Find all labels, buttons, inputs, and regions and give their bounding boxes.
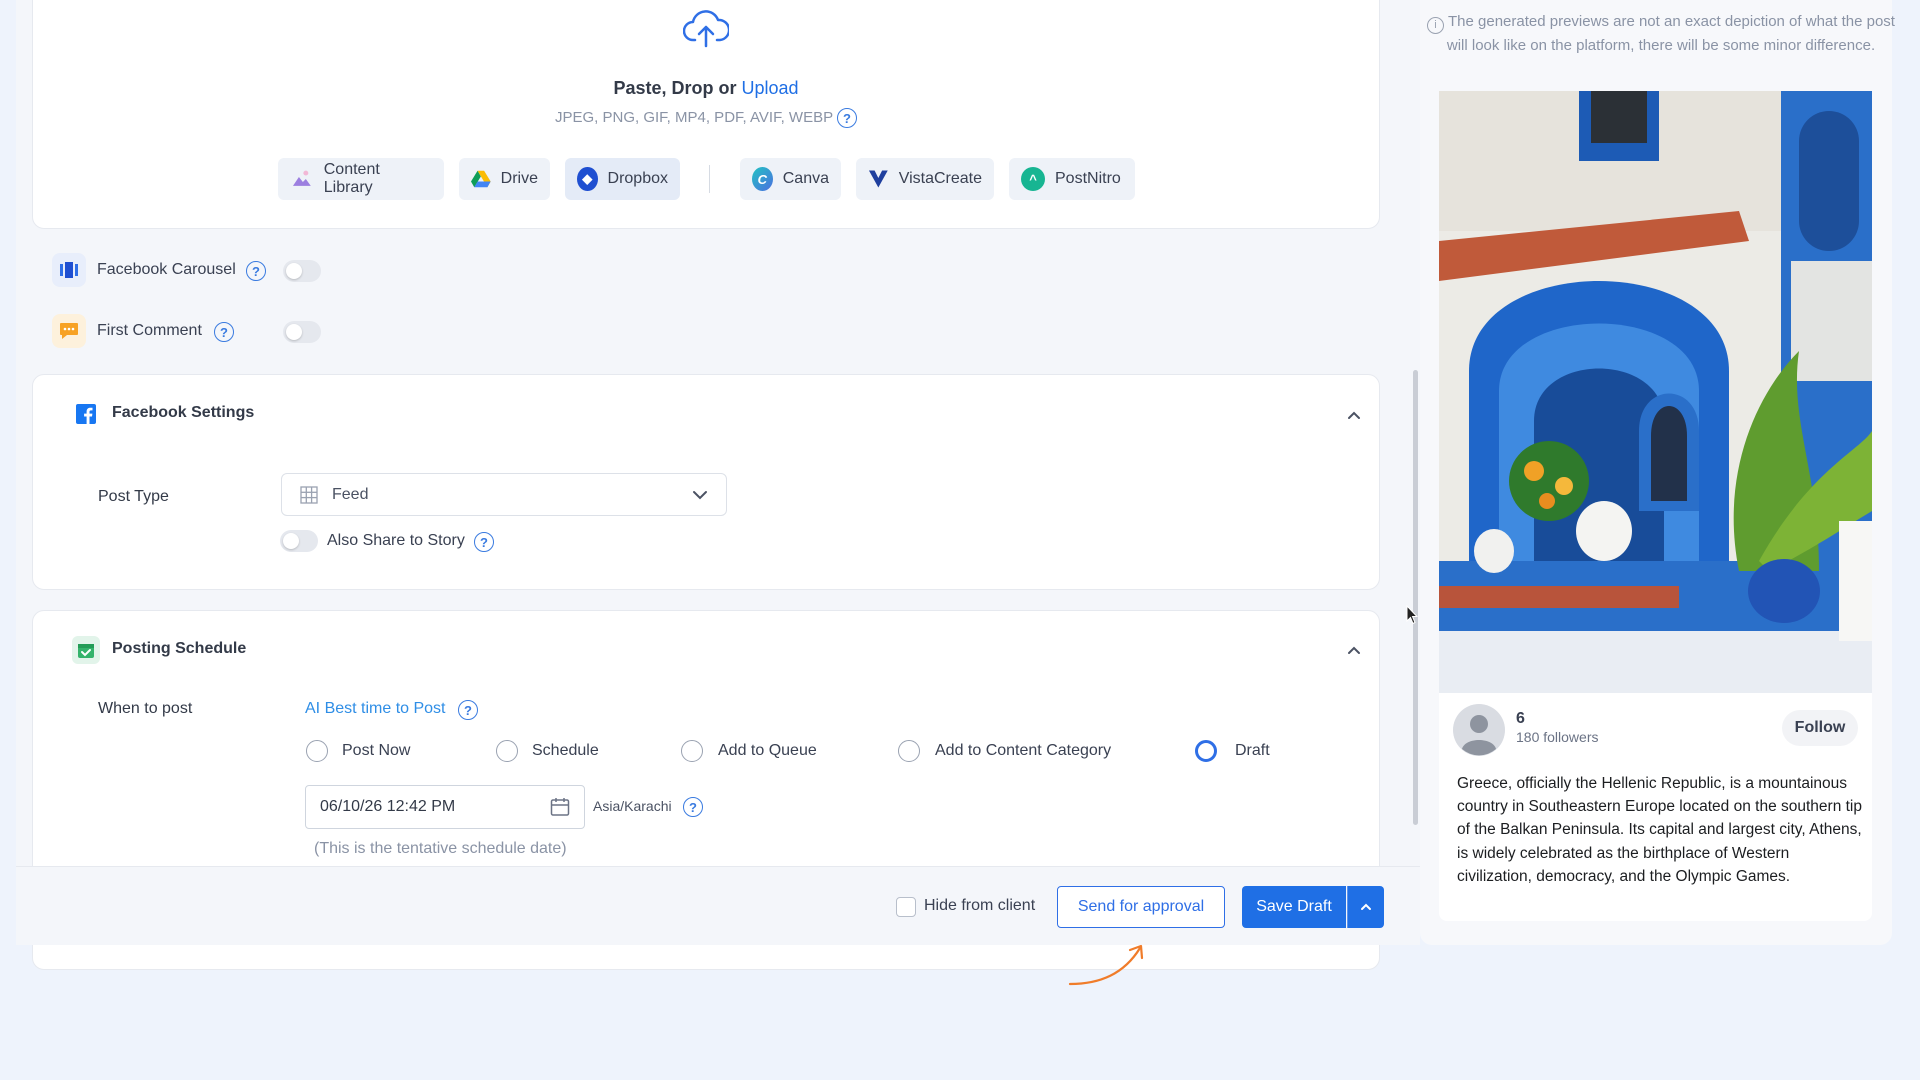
first-comment-label: First Comment — [97, 322, 202, 339]
dropbox-icon: ◆ — [577, 167, 598, 191]
annotation-arrow — [1068, 944, 1144, 986]
dropbox-label: Dropbox — [607, 170, 668, 187]
facebook-icon — [76, 404, 96, 424]
post-type-value: Feed — [332, 485, 369, 503]
content-library-icon — [292, 170, 311, 186]
post-type-label: Post Type — [98, 488, 169, 505]
chevron-down-icon — [693, 490, 707, 499]
when-to-post-label: When to post — [98, 700, 193, 717]
collapse-posting-schedule-icon[interactable] — [1347, 643, 1361, 657]
drive-label: Drive — [500, 170, 538, 187]
canva-label: Canva — [782, 170, 829, 187]
account-avatar — [1453, 704, 1505, 756]
timezone-label: Asia/Karachi — [593, 798, 672, 814]
comment-icon — [60, 323, 78, 339]
vistacreate-icon — [868, 170, 888, 188]
follow-button[interactable]: Follow — [1782, 710, 1858, 746]
hide-from-client-label: Hide from client — [924, 897, 1036, 914]
preview-disclaimer: i The generated previews are not an exact… — [1426, 10, 1896, 57]
dropbox-button[interactable]: ◆ Dropbox — [565, 158, 680, 200]
calendar-icon[interactable] — [550, 797, 570, 817]
mouse-cursor-icon — [1406, 605, 1418, 625]
save-options-toggle[interactable] — [1347, 886, 1384, 928]
chevron-up-icon — [1361, 903, 1371, 910]
schedule-date-input[interactable]: 06/10/26 12:42 PM — [305, 785, 585, 829]
posting-schedule-title: Posting Schedule — [112, 640, 247, 657]
vistacreate-label: VistaCreate — [898, 170, 982, 187]
content-library-button[interactable]: Content Library — [278, 158, 444, 200]
formats-text: JPEG, PNG, GIF, MP4, PDF, AVIF, WEBP — [554, 108, 833, 126]
ai-best-time-link[interactable]: AI Best time to Post — [305, 700, 446, 718]
post-caption: Greece, officially the Hellenic Republic… — [1457, 775, 1862, 885]
formats-help-icon[interactable]: ? — [837, 108, 858, 128]
facebook-carousel-toggle[interactable] — [283, 260, 321, 282]
first-comment-toggle[interactable] — [283, 321, 321, 343]
add-to-content-category-label: Add to Content Category — [935, 742, 1112, 759]
grid-icon — [300, 485, 318, 504]
ai-best-time-help-icon[interactable]: ? — [458, 700, 478, 720]
cloud-upload-icon[interactable] — [683, 10, 729, 48]
post-image — [1439, 91, 1872, 693]
canva-icon: C — [752, 167, 773, 191]
schedule-date-value: 06/10/26 12:42 PM — [320, 798, 456, 815]
first-comment-help-icon[interactable]: ? — [214, 322, 234, 342]
radio-add-to-content-category[interactable] — [898, 740, 920, 762]
account-name: 6 — [1516, 710, 1525, 727]
first-comment-icon-box — [52, 314, 86, 348]
radio-draft[interactable] — [1195, 740, 1217, 762]
share-to-story-toggle[interactable] — [280, 530, 318, 552]
post-now-label: Post Now — [342, 742, 411, 759]
facebook-settings-title: Facebook Settings — [112, 404, 255, 421]
story-help-icon[interactable]: ? — [474, 532, 494, 552]
user-avatar-icon — [1453, 704, 1505, 756]
carousel-icon-box — [52, 253, 86, 287]
canva-button[interactable]: C Canva — [740, 158, 841, 200]
info-icon: i — [1427, 17, 1445, 34]
upload-link[interactable]: Upload — [742, 78, 799, 98]
share-to-story-label: Also Share to Story — [327, 532, 465, 549]
timezone-help-icon[interactable]: ? — [683, 797, 703, 817]
radio-schedule[interactable] — [496, 740, 518, 762]
content-library-label: Content Library — [323, 161, 380, 196]
building-photo — [1439, 91, 1872, 693]
followers-count: 180 followers — [1516, 729, 1599, 745]
calendar-check-icon — [72, 636, 100, 664]
paste-drop-label: Paste, Drop or — [613, 78, 737, 98]
facebook-carousel-label: Facebook Carousel — [97, 261, 236, 278]
radio-add-to-queue[interactable] — [681, 740, 703, 762]
save-draft-button[interactable]: Save Draft — [1242, 886, 1346, 928]
schedule-label: Schedule — [532, 742, 599, 759]
add-to-queue-label: Add to Queue — [718, 742, 817, 759]
draft-label: Draft — [1235, 742, 1270, 759]
carousel-icon — [60, 262, 78, 278]
send-for-approval-button[interactable]: Send for approval — [1057, 886, 1225, 928]
source-divider — [709, 165, 710, 193]
google-drive-icon — [471, 170, 491, 188]
post-type-select[interactable]: Feed — [281, 473, 727, 516]
disclaimer-text: The generated previews are not an exact … — [1446, 13, 1895, 54]
postnitro-button[interactable]: ^ PostNitro — [1009, 158, 1135, 200]
supported-formats: JPEG, PNG, GIF, MP4, PDF, AVIF, WEBP ? — [0, 108, 1412, 128]
hide-from-client-checkbox[interactable] — [896, 897, 916, 917]
tentative-note: (This is the tentative schedule date) — [314, 840, 567, 857]
vistacreate-button[interactable]: VistaCreate — [856, 158, 994, 200]
paste-drop-upload-text: Paste, Drop or Upload — [0, 78, 1412, 99]
carousel-help-icon[interactable]: ? — [246, 261, 266, 281]
postnitro-icon: ^ — [1021, 167, 1045, 191]
postnitro-label: PostNitro — [1055, 170, 1121, 187]
drive-button[interactable]: Drive — [459, 158, 550, 200]
collapse-facebook-settings-icon[interactable] — [1347, 408, 1361, 422]
radio-post-now[interactable] — [306, 740, 328, 762]
scrollbar-thumb[interactable] — [1413, 370, 1418, 825]
